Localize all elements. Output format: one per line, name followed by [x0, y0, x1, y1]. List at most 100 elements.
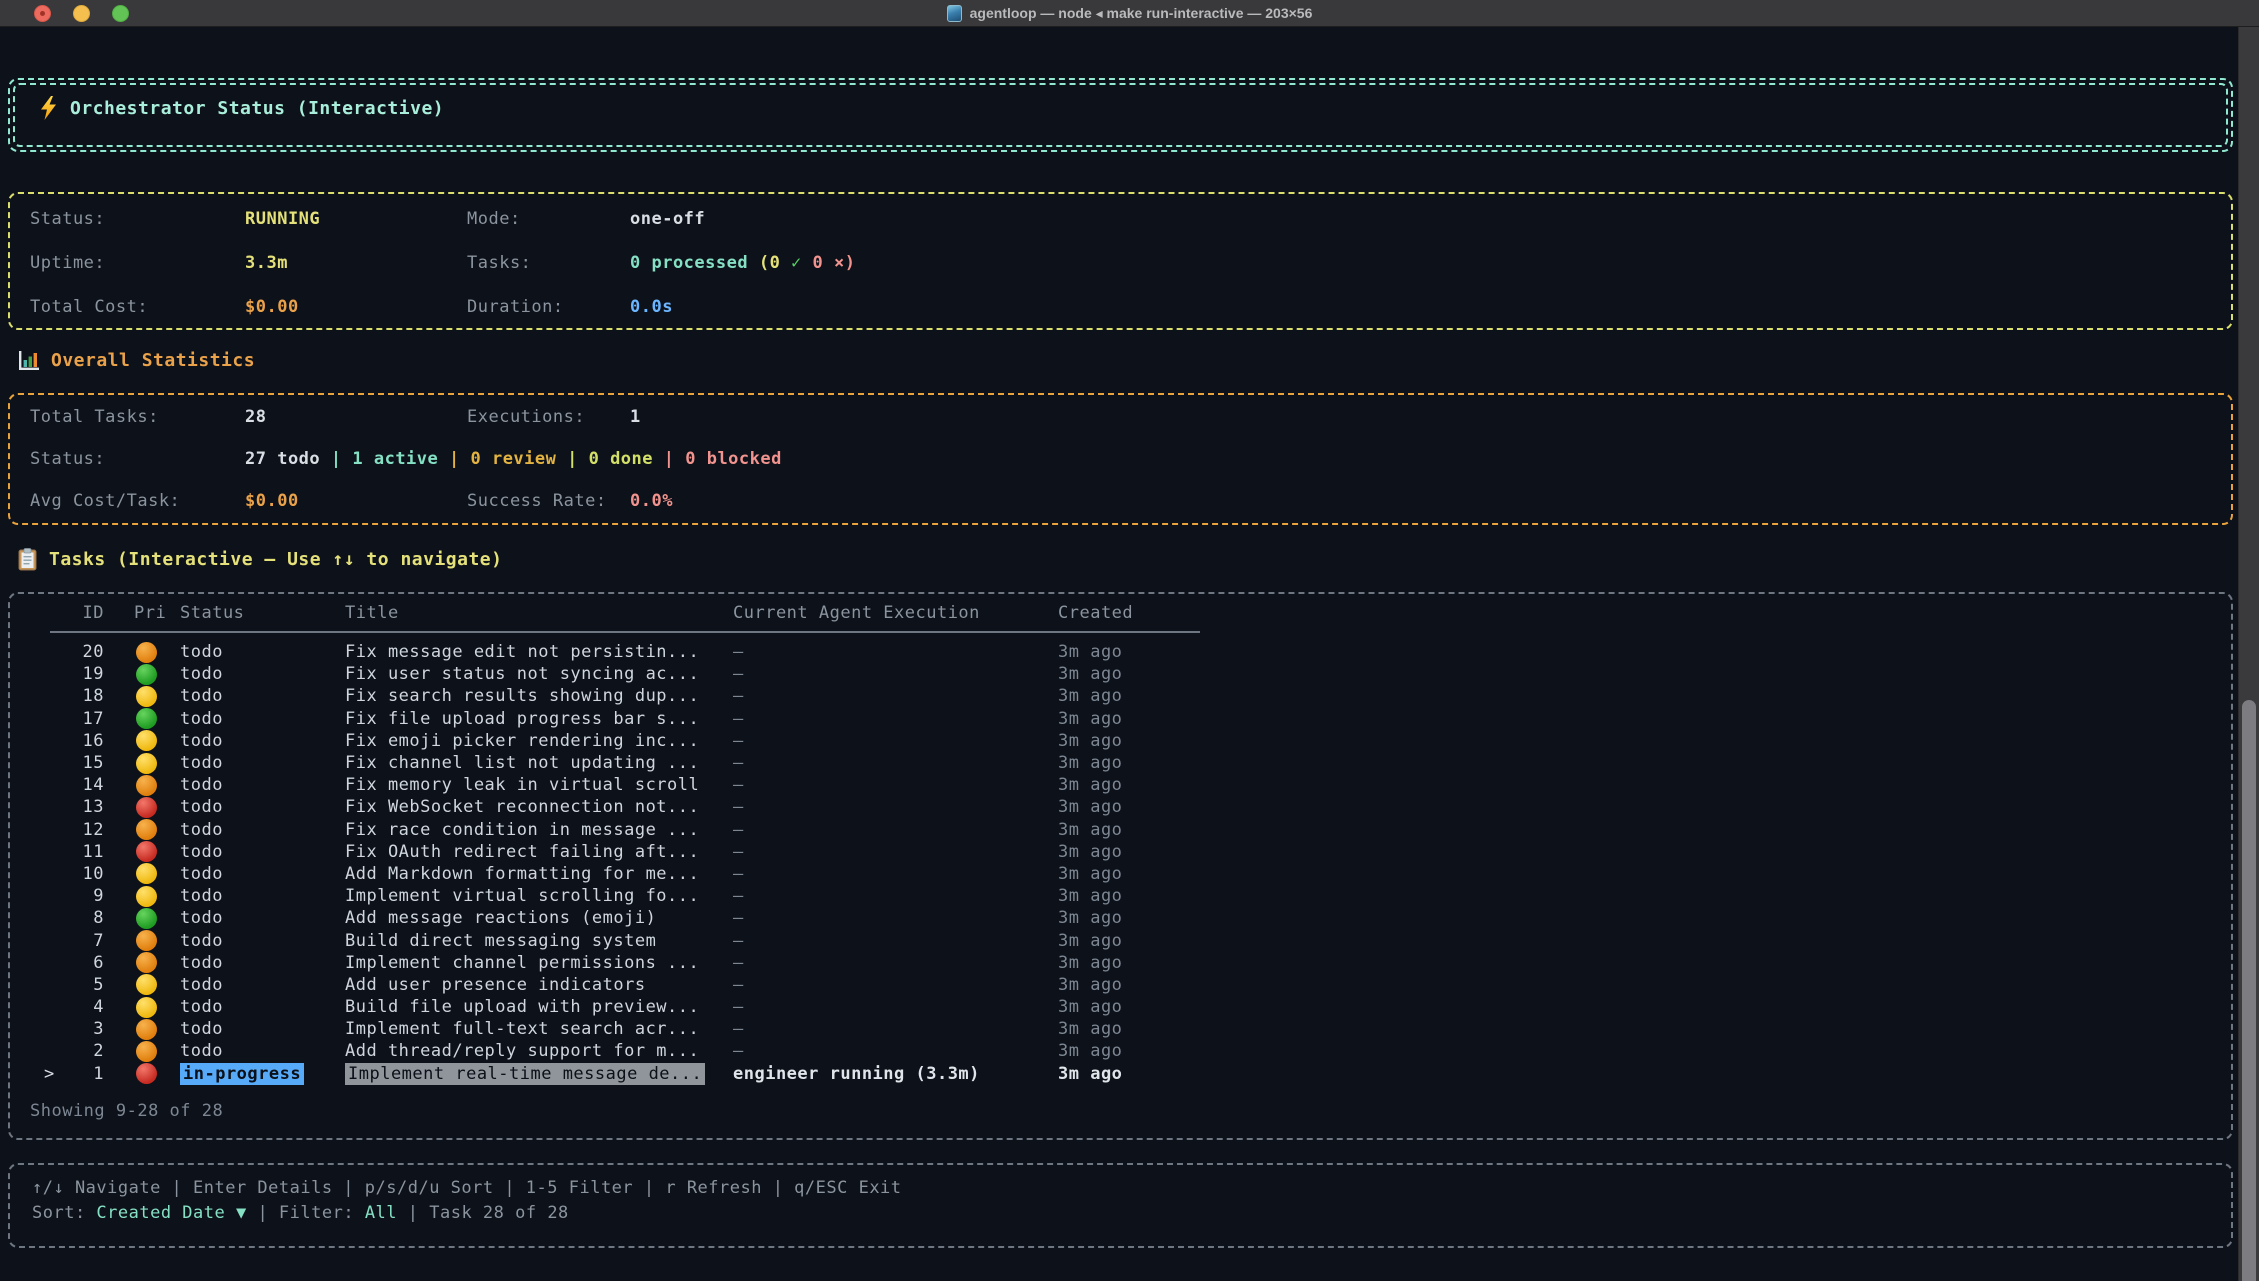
- field-value: RUNNING: [245, 209, 467, 229]
- task-status: todo: [180, 931, 345, 951]
- task-created: 3m ago: [1058, 1019, 2231, 1039]
- scrollbar-track[interactable]: [2238, 27, 2259, 1281]
- table-row[interactable]: > 1 in-progress Implement real-time mess…: [10, 1063, 2231, 1085]
- table-row[interactable]: 11 todo Fix OAuth redirect failing aft..…: [10, 841, 2231, 863]
- task-id: 13: [72, 797, 104, 817]
- task-title: Fix memory leak in virtual scroll: [345, 775, 733, 795]
- status-panel: Status:RUNNINGMode:one-offUptime:3.3mTas…: [8, 192, 2233, 330]
- field-label: Avg Cost/Task:: [30, 491, 245, 511]
- task-agent-execution: –: [733, 820, 1058, 840]
- task-id: 16: [72, 731, 104, 751]
- panel-row: Status:RUNNINGMode:one-off: [10, 197, 2231, 241]
- task-status: todo: [180, 664, 345, 684]
- task-rows: 20 todo Fix message edit not persistin..…: [10, 641, 2231, 1085]
- task-created: 3m ago: [1058, 731, 2231, 751]
- column-header-title: Title: [345, 603, 733, 623]
- table-row[interactable]: 18 todo Fix search results showing dup..…: [10, 685, 2231, 707]
- task-status: todo: [180, 753, 345, 773]
- table-row[interactable]: 4 todo Build file upload with preview...…: [10, 996, 2231, 1018]
- pagination-status: Showing 9-28 of 28: [30, 1101, 2231, 1121]
- task-agent-execution: –: [733, 731, 1058, 751]
- field-label: Status:: [30, 449, 245, 469]
- task-status: todo: [180, 820, 345, 840]
- task-title: Implement full-text search acr...: [345, 1019, 733, 1039]
- table-row[interactable]: 8 todo Add message reactions (emoji) – 3…: [10, 907, 2231, 929]
- priority-dot-icon: [104, 1041, 180, 1062]
- task-status: todo: [180, 886, 345, 906]
- priority-dot-icon: [104, 664, 180, 685]
- window-title: agentloop — node ◂ make run-interactive …: [970, 5, 1313, 22]
- table-row[interactable]: 9 todo Implement virtual scrolling fo...…: [10, 885, 2231, 907]
- task-created: 3m ago: [1058, 931, 2231, 951]
- task-created: 3m ago: [1058, 975, 2231, 995]
- field-value: 3.3m: [245, 253, 467, 273]
- clipboard-icon: [18, 548, 37, 571]
- task-status: todo: [180, 1019, 345, 1039]
- table-row[interactable]: 10 todo Add Markdown formatting for me..…: [10, 863, 2231, 885]
- orchestrator-header-box: Orchestrator Status (Interactive): [8, 78, 2233, 152]
- table-row[interactable]: 17 todo Fix file upload progress bar s..…: [10, 708, 2231, 730]
- field-label: Success Rate:: [467, 491, 630, 511]
- task-created: 3m ago: [1058, 953, 2231, 973]
- task-created: 3m ago: [1058, 709, 2231, 729]
- task-title: Implement real-time message de...: [345, 1064, 733, 1084]
- task-id: 6: [72, 953, 104, 973]
- field-label: Total Cost:: [30, 297, 245, 317]
- terminal-icon: [947, 5, 962, 22]
- task-status: todo: [180, 797, 345, 817]
- priority-dot-icon: [104, 997, 180, 1018]
- page-title: Orchestrator Status (Interactive): [70, 98, 444, 119]
- task-title: Build direct messaging system: [345, 931, 733, 951]
- task-status: todo: [180, 775, 345, 795]
- scrollbar-thumb[interactable]: [2242, 700, 2256, 1281]
- minimize-button[interactable]: [73, 5, 90, 22]
- table-row[interactable]: 7 todo Build direct messaging system – 3…: [10, 929, 2231, 951]
- zoom-button[interactable]: [112, 5, 129, 22]
- task-id: 7: [72, 931, 104, 951]
- keybinding-bar: ↑/↓ Navigate | Enter Details | p/s/d/u S…: [8, 1163, 2233, 1248]
- table-row[interactable]: 20 todo Fix message edit not persistin..…: [10, 641, 2231, 663]
- field-value: $0.00: [245, 297, 467, 317]
- table-row[interactable]: 16 todo Fix emoji picker rendering inc..…: [10, 730, 2231, 752]
- task-agent-execution: –: [733, 709, 1058, 729]
- field-value: 0.0%: [630, 491, 2231, 511]
- table-row[interactable]: 13 todo Fix WebSocket reconnection not..…: [10, 796, 2231, 818]
- task-created: 3m ago: [1058, 686, 2231, 706]
- stats-section-heading: Overall Statistics: [18, 350, 255, 371]
- table-row[interactable]: 2 todo Add thread/reply support for m...…: [10, 1040, 2231, 1062]
- field-label: Mode:: [467, 209, 630, 229]
- task-created: 3m ago: [1058, 642, 2231, 662]
- table-row[interactable]: 14 todo Fix memory leak in virtual scrol…: [10, 774, 2231, 796]
- task-status: in-progress: [180, 1064, 345, 1084]
- column-header-id: ID: [72, 603, 104, 623]
- column-header-agent: Current Agent Execution: [733, 603, 1058, 623]
- task-created: 3m ago: [1058, 864, 2231, 884]
- task-title: Add Markdown formatting for me...: [345, 864, 733, 884]
- task-title: Fix file upload progress bar s...: [345, 709, 733, 729]
- table-row[interactable]: 5 todo Add user presence indicators – 3m…: [10, 974, 2231, 996]
- priority-dot-icon: [104, 930, 180, 951]
- task-title: Fix search results showing dup...: [345, 686, 733, 706]
- priority-dot-icon: [104, 708, 180, 729]
- task-status: todo: [180, 975, 345, 995]
- stats-panel: Total Tasks:28Executions:1Status:27 todo…: [8, 393, 2233, 525]
- table-row[interactable]: 15 todo Fix channel list not updating ..…: [10, 752, 2231, 774]
- task-created: 3m ago: [1058, 842, 2231, 862]
- table-row[interactable]: 12 todo Fix race condition in message ..…: [10, 819, 2231, 841]
- priority-dot-icon: [104, 753, 180, 774]
- priority-dot-icon: [104, 952, 180, 973]
- task-created: 3m ago: [1058, 997, 2231, 1017]
- table-row[interactable]: 3 todo Implement full-text search acr...…: [10, 1018, 2231, 1040]
- table-row[interactable]: 19 todo Fix user status not syncing ac..…: [10, 663, 2231, 685]
- table-row[interactable]: 6 todo Implement channel permissions ...…: [10, 952, 2231, 974]
- field-label: Status:: [30, 209, 245, 229]
- priority-dot-icon: [104, 886, 180, 907]
- task-id: 5: [72, 975, 104, 995]
- field-label: Tasks:: [467, 253, 630, 273]
- task-status: todo: [180, 864, 345, 884]
- field-value: 27 todo | 1 active | 0 review | 0 done |…: [245, 449, 2231, 469]
- close-button[interactable]: [34, 5, 51, 22]
- priority-dot-icon: [104, 841, 180, 862]
- priority-dot-icon: [104, 686, 180, 707]
- priority-dot-icon: [104, 730, 180, 751]
